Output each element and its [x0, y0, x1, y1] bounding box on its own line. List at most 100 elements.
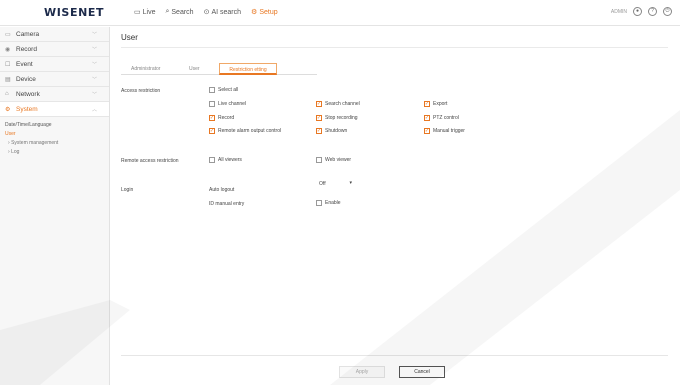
monitor-icon: ▭: [134, 9, 141, 16]
checkbox-label: Remote alarm output control: [218, 128, 282, 134]
event-icon: ☐: [5, 61, 11, 68]
record-checkbox[interactable]: ✓ Record: [209, 115, 234, 121]
checkmark-icon: ✓: [424, 128, 430, 134]
id-manual-entry-enable-checkbox[interactable]: Enable: [316, 200, 341, 206]
checkmark-icon: ✓: [316, 115, 322, 121]
checkbox-box: [316, 157, 322, 163]
checkbox-label: Search channel: [325, 101, 360, 107]
checkbox-label: Manual trigger: [433, 128, 465, 134]
sidebar-sub-system-management[interactable]: › System management: [0, 139, 109, 148]
auto-logout-value: Off: [319, 180, 326, 187]
checkbox-box: [209, 157, 215, 163]
help-icon[interactable]: ?: [648, 7, 657, 16]
auto-logout-select[interactable]: Off ▾: [316, 179, 358, 188]
live-channel-checkbox[interactable]: Live channel: [209, 101, 246, 107]
auto-logout-label: Auto logout: [209, 187, 235, 193]
tab-bar: Administrator User Restriction etting: [121, 63, 317, 75]
sidebar-item-event[interactable]: ☐ Event ﹀: [0, 57, 109, 72]
page-title: User: [121, 33, 138, 42]
tab-administrator[interactable]: Administrator: [121, 63, 179, 75]
device-icon: ▤: [5, 76, 11, 83]
sidebar-sub-date-time-language[interactable]: Date/Time/Language: [0, 121, 109, 130]
tab-empty[interactable]: [277, 63, 317, 75]
ai-search-icon: ⊙: [203, 9, 210, 16]
nav-ai-search[interactable]: ⊙ AI search: [203, 8, 242, 17]
sidebar-sub-log[interactable]: › Log: [0, 148, 109, 157]
stop-recording-checkbox[interactable]: ✓ Stop recording: [316, 115, 358, 121]
nav-live[interactable]: ▭ Live: [134, 8, 156, 17]
select-all-checkbox[interactable]: Select all: [209, 87, 238, 93]
export-checkbox[interactable]: ✓ Export: [424, 101, 447, 107]
all-viewers-checkbox[interactable]: All viewers: [209, 157, 242, 163]
checkbox-box: [209, 101, 215, 107]
tab-restriction-setting[interactable]: Restriction etting: [219, 63, 277, 75]
checkmark-icon: ✓: [424, 115, 430, 121]
top-bar: WISENET ▭ Live ⌕ Search ⊙ AI search ⚙ Se…: [0, 0, 680, 26]
checkbox-label: All viewers: [218, 157, 242, 163]
sidebar: ▭ Camera ﹀ ◉ Record ﹀ ☐ Event ﹀ ▤ Device…: [0, 27, 110, 385]
chevron-down-icon: ﹀: [91, 91, 97, 98]
checkbox-label: PTZ control: [433, 115, 459, 121]
nav-search-label: Search: [171, 8, 194, 16]
id-manual-entry-label: ID manual entry: [209, 201, 245, 207]
search-icon: ⌕: [165, 8, 170, 15]
chevron-right-icon: ›: [8, 149, 10, 155]
ptz-control-checkbox[interactable]: ✓ PTZ control: [424, 115, 459, 121]
sidebar-item-label: Record: [16, 45, 37, 53]
system-icon: ⚙: [5, 106, 11, 113]
nav-setup[interactable]: ⚙ Setup: [251, 8, 278, 17]
chevron-down-icon: ﹀: [91, 31, 97, 38]
caret-down-icon: ▾: [349, 180, 352, 186]
checkbox-box: [316, 200, 322, 206]
top-right-tools: ADMIN ● ? ⏻: [611, 7, 672, 16]
checkmark-icon: ✓: [209, 128, 215, 134]
main-panel: User Administrator User Restriction etti…: [111, 27, 680, 385]
record-icon: ◉: [5, 46, 11, 53]
nav-search[interactable]: ⌕ Search: [165, 8, 193, 16]
web-viewer-checkbox[interactable]: Web viewer: [316, 157, 351, 163]
tab-user[interactable]: User: [179, 63, 219, 75]
sidebar-sub-label: Log: [11, 149, 20, 155]
checkbox-label: Select all: [218, 87, 239, 93]
checkbox-box: [209, 87, 215, 93]
sidebar-sub-user[interactable]: User: [0, 130, 109, 139]
nav-live-label: Live: [142, 8, 156, 16]
sidebar-item-label: Camera: [16, 30, 40, 38]
login-label: Login: [121, 187, 134, 193]
sidebar-item-record[interactable]: ◉ Record ﹀: [0, 42, 109, 57]
sidebar-item-camera[interactable]: ▭ Camera ﹀: [0, 27, 109, 42]
search-channel-checkbox[interactable]: ✓ Search channel: [316, 101, 360, 107]
access-restriction-label: Access restriction: [121, 88, 161, 94]
divider: [121, 355, 668, 356]
sidebar-item-label: Network: [16, 90, 40, 98]
checkmark-icon: ✓: [316, 101, 322, 107]
chevron-down-icon: ﹀: [91, 61, 97, 68]
sidebar-item-network[interactable]: ⌂ Network ﹀: [0, 87, 109, 102]
apply-button[interactable]: Apply: [339, 366, 385, 378]
shutdown-checkbox[interactable]: ✓ Shutdown: [316, 128, 347, 134]
manual-trigger-checkbox[interactable]: ✓ Manual trigger: [424, 128, 465, 134]
power-icon[interactable]: ⏻: [663, 7, 672, 16]
user-icon[interactable]: ●: [633, 7, 642, 16]
checkbox-label: Enable: [325, 200, 341, 206]
chevron-down-icon: ﹀: [91, 76, 97, 83]
chevron-right-icon: ›: [8, 140, 10, 146]
cancel-button[interactable]: Cancel: [399, 366, 445, 378]
divider: [121, 47, 668, 48]
checkbox-label: Web viewer: [325, 157, 352, 163]
remote-access-restriction-label: Remote access restriction: [121, 158, 179, 164]
checkmark-icon: ✓: [424, 101, 430, 107]
checkbox-label: Stop recording: [325, 115, 358, 121]
nav-ai-search-label: AI search: [211, 8, 242, 16]
sidebar-item-device[interactable]: ▤ Device ﹀: [0, 72, 109, 87]
gear-icon: ⚙: [251, 9, 258, 16]
chevron-down-icon: ﹀: [91, 46, 97, 53]
sidebar-item-label: System: [16, 105, 38, 113]
network-icon: ⌂: [5, 91, 9, 97]
checkbox-label: Record: [218, 115, 235, 121]
checkbox-label: Live channel: [218, 101, 247, 107]
checkmark-icon: ✓: [316, 128, 322, 134]
sidebar-sub-label: System management: [11, 140, 59, 146]
remote-alarm-output-control-checkbox[interactable]: ✓ Remote alarm output control: [209, 128, 281, 134]
sidebar-item-system[interactable]: ⚙ System ︿: [0, 102, 109, 117]
